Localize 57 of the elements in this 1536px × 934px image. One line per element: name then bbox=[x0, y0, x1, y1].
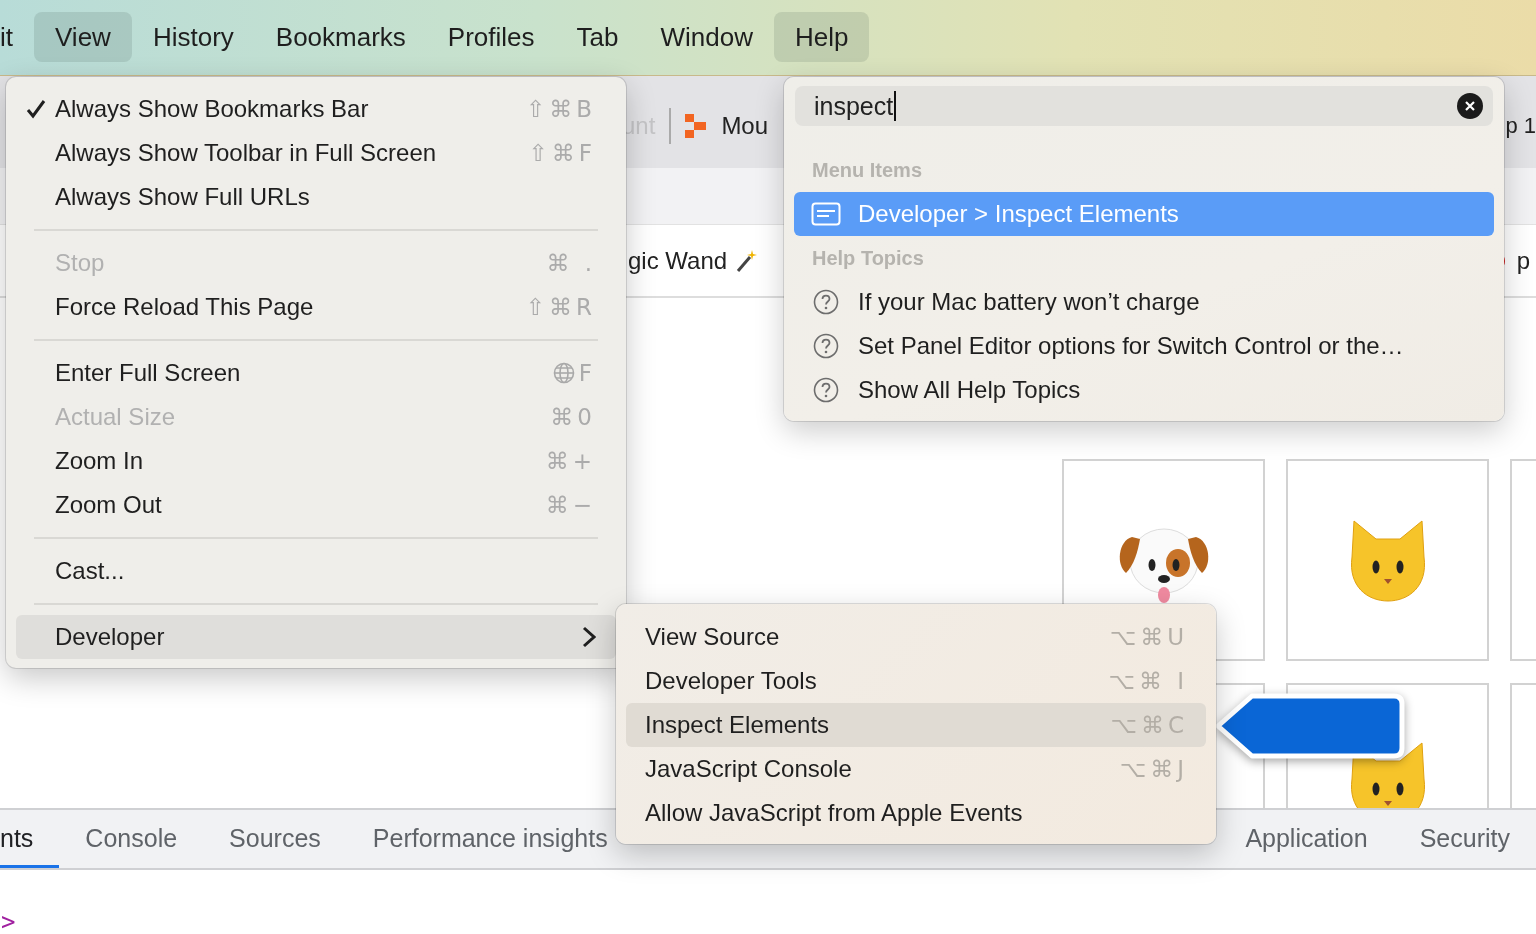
menu-item[interactable]: Zoom In ⌘+ bbox=[16, 439, 616, 483]
menu-item[interactable]: Zoom Out ⌘− bbox=[16, 483, 616, 527]
menu-bar-item[interactable]: Window bbox=[639, 12, 774, 62]
window-icon bbox=[811, 202, 841, 226]
shortcut-label: ⌥⌘U bbox=[1109, 624, 1188, 650]
shortcut-label: ⌘0 bbox=[550, 404, 596, 430]
help-icon bbox=[813, 333, 839, 359]
menu-item[interactable]: Always Show Toolbar in Full Screen ⇧⌘F bbox=[16, 131, 616, 175]
help-icon bbox=[813, 289, 839, 315]
clear-button[interactable] bbox=[1457, 93, 1483, 119]
menu-bar-item[interactable]: it bbox=[0, 12, 34, 62]
devtools-tab[interactable]: Application bbox=[1219, 810, 1394, 868]
shortcut-label: ⌥⌘ I bbox=[1108, 668, 1188, 694]
shortcut-label: ⌘+ bbox=[545, 448, 596, 474]
devtools-tab[interactable]: nts bbox=[0, 810, 60, 868]
menu-item[interactable]: Allow JavaScript from Apple Events bbox=[626, 791, 1206, 835]
shortcut-label: ⇧⌘B bbox=[525, 96, 596, 122]
devtools-tab[interactable]: Console bbox=[59, 810, 204, 868]
chevron-right-icon bbox=[582, 626, 596, 648]
menu-bar-item[interactable]: View bbox=[34, 12, 132, 62]
menu-bar-item[interactable]: Help bbox=[773, 12, 870, 62]
page-link[interactable]: gic Wand bbox=[628, 246, 728, 275]
menu-item[interactable]: JavaScript Console ⌥⌘J bbox=[626, 747, 1206, 791]
menu-item[interactable]: Always Show Full URLs bbox=[16, 175, 616, 219]
search-field[interactable]: inspect bbox=[795, 86, 1493, 126]
menu-item[interactable]: Developer bbox=[16, 615, 616, 659]
close-icon bbox=[1464, 100, 1476, 112]
menu-item[interactable]: Always Show Bookmarks Bar ⇧⌘B bbox=[16, 87, 616, 131]
page-link[interactable]: p bbox=[1516, 246, 1530, 275]
menu-item[interactable]: View Source ⌥⌘U bbox=[626, 615, 1206, 659]
shortcut-label: ⌘− bbox=[545, 492, 596, 518]
globe-icon bbox=[552, 362, 575, 384]
menu-bar-item[interactable]: Tab bbox=[555, 12, 640, 62]
section-header: Menu Items bbox=[811, 158, 924, 183]
menu-item[interactable]: Force Reload This Page ⇧⌘R bbox=[16, 285, 616, 329]
menu-bar-item[interactable]: History bbox=[131, 12, 255, 62]
devtools-tab[interactable]: Sources bbox=[203, 810, 347, 868]
shortcut-label: ⌥⌘J bbox=[1119, 756, 1188, 782]
menu-item[interactable]: Cast... bbox=[16, 549, 616, 593]
menu-item[interactable]: Enter Full Screen F bbox=[16, 351, 616, 395]
menu-item[interactable]: Developer Tools ⌥⌘ I bbox=[626, 659, 1206, 703]
bookmark-item[interactable]: Mou bbox=[721, 112, 769, 140]
section-header: Help Topics bbox=[811, 246, 925, 271]
help-topic[interactable]: Show All Help Topics bbox=[794, 368, 1494, 412]
menu-bar-item[interactable]: Bookmarks bbox=[254, 12, 427, 62]
image-tile[interactable] bbox=[1286, 459, 1489, 661]
help-icon bbox=[813, 377, 839, 403]
help-topic[interactable]: If your Mac battery won’t charge bbox=[794, 280, 1494, 324]
devtools-tab[interactable]: Security bbox=[1393, 810, 1536, 868]
shortcut-label: ⌘ . bbox=[546, 250, 596, 276]
shortcut-label: ⇧⌘F bbox=[528, 140, 596, 166]
bookmark-item[interactable]: p 1 bbox=[1505, 113, 1536, 139]
menu-bar-item[interactable]: Profiles bbox=[426, 12, 556, 62]
help-topic[interactable]: Set Panel Editor options for Switch Control or the… bbox=[794, 324, 1494, 368]
shortcut-label: F bbox=[552, 360, 596, 386]
shortcut-label: ⇧⌘R bbox=[525, 294, 596, 320]
console-prompt: > bbox=[1, 908, 16, 934]
